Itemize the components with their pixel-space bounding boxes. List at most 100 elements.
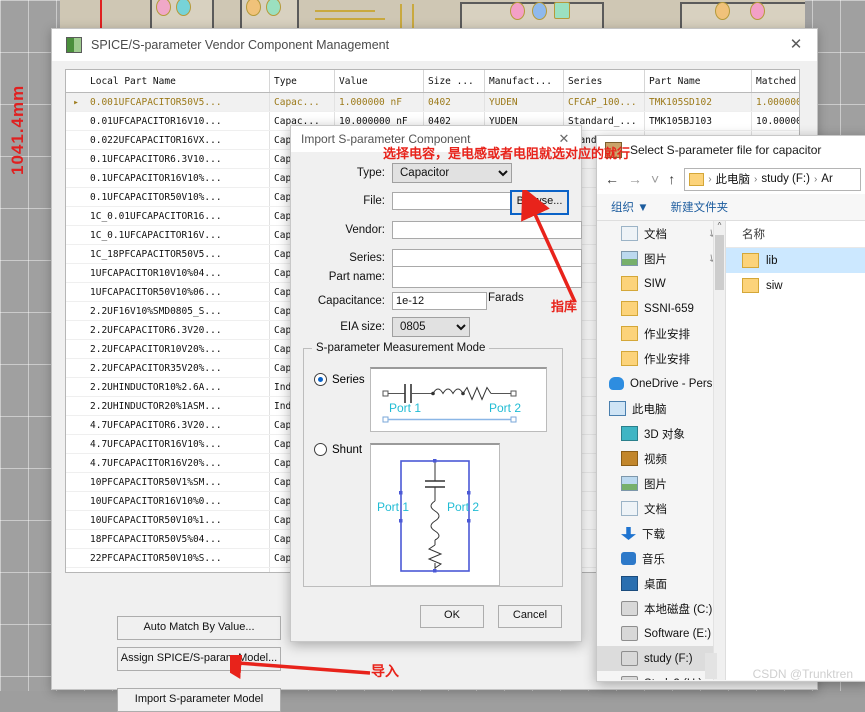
tree-scrollbar[interactable]: ^ (713, 221, 725, 680)
tree-item-8[interactable]: 3D 对象 (597, 421, 725, 446)
organize-menu[interactable]: 组织 ▼ (611, 199, 649, 215)
explorer-navigation-pane[interactable]: 文档 ↘ 图片 ↘ SIW SSNI-659 作业安排 作业安排 OneDrive - Pers… (597, 221, 725, 680)
new-folder-button[interactable]: 新建文件夹 (671, 199, 729, 215)
forward-icon[interactable]: → (628, 171, 642, 187)
cloud-icon (609, 377, 624, 390)
tree-item-label: study (F:) (644, 652, 693, 665)
shunt-port1-label: Port 1 (377, 500, 410, 514)
cell-name: 10UFCAPACITOR16V10%0... (86, 491, 270, 511)
recent-locations-icon[interactable]: ˅ (651, 171, 659, 187)
file-list-item-0[interactable]: lib (726, 248, 865, 273)
cell-name: 1UFCAPACITOR50V10%06... (86, 282, 270, 302)
scroll-up-icon[interactable]: ^ (715, 221, 724, 230)
picture-icon (621, 251, 638, 266)
cancel-button[interactable]: Cancel (498, 605, 562, 628)
column-header-1[interactable]: Type (269, 70, 335, 93)
watermark-text: CSDN @Trunktren (752, 667, 853, 681)
series-input[interactable] (392, 249, 582, 267)
column-header-3[interactable]: Size ... (423, 70, 485, 93)
cell-name: 1C_0.01UFCAPACITOR16... (86, 206, 270, 226)
close-icon[interactable]: ✕ (785, 35, 807, 55)
tree-item-0[interactable]: 文档 ↘ (597, 221, 725, 246)
farads-unit-label: Farads (488, 292, 524, 304)
cell-name: 0.022UFCAPACITOR16VX... (86, 130, 270, 150)
cell-type: Capac... (269, 92, 335, 112)
explorer-file-list-pane[interactable]: 名称 lib siw (725, 221, 865, 680)
cell-name: 1UFCAPACITOR10V10%04... (86, 263, 270, 283)
table-header-row: Local Part Name Type Value Size ... Manufact… (66, 70, 799, 93)
tree-item-label: 桌面 (644, 578, 667, 591)
breadcrumb-item-1[interactable]: study (F:) (761, 173, 810, 185)
column-header-7[interactable]: Matched Value (751, 70, 799, 93)
file-list-column-header[interactable]: 名称 (726, 221, 865, 248)
capacitance-input[interactable] (392, 292, 487, 310)
file-list: lib siw (726, 248, 865, 298)
tree-item-label: 下载 (642, 528, 665, 541)
file-picker-dialog: Select S-parameter file for capacitor ← … (596, 135, 865, 682)
breadcrumb[interactable]: › 此电脑 › study (F:) › Ar (684, 167, 861, 191)
tree-item-3[interactable]: SSNI-659 (597, 296, 725, 321)
tree-item-7[interactable]: 此电脑 (597, 396, 725, 421)
eia-size-field-row: EIA size: 0805 (303, 317, 470, 337)
tree-item-12[interactable]: 下载 (597, 521, 725, 546)
eia-size-label: EIA size: (340, 321, 385, 333)
cell-name: 10UFCAPACITOR50V10%1... (86, 510, 270, 530)
row-indicator (66, 111, 86, 131)
part-name-input[interactable] (392, 266, 582, 288)
capacitance-label: Capacitance: (317, 295, 385, 307)
assign-spice-model-button[interactable]: Assign SPICE/S-param Model... (117, 647, 281, 671)
tree-item-13[interactable]: 音乐 (597, 546, 725, 571)
shunt-circuit-diagram: Port 1 Port 2 (370, 443, 500, 586)
ok-button[interactable]: OK (420, 605, 484, 628)
cell-name: 2.2UFCAPACITOR35V20%... (86, 358, 270, 378)
cell-name: 0.1UFCAPACITOR6.3V10... (86, 149, 270, 169)
column-header-6[interactable]: Part Name (644, 70, 752, 93)
cell-part: TMK105BJ103 (644, 111, 752, 131)
shunt-radio-button[interactable] (314, 443, 327, 456)
pc-icon (609, 401, 626, 416)
file-input[interactable] (392, 192, 517, 210)
column-header-2[interactable]: Value (334, 70, 424, 93)
row-indicator (66, 320, 86, 340)
tree-item-9[interactable]: 视频 (597, 446, 725, 471)
tree-item-15[interactable]: 本地磁盘 (C:) (597, 596, 725, 621)
tree-item-6[interactable]: OneDrive - Pers (597, 371, 725, 396)
back-icon[interactable]: ← (605, 171, 619, 187)
table-row[interactable]: ▸ 0.001UFCAPACITOR50V5... Capac... 1.000000… (66, 92, 799, 112)
breadcrumb-item-2[interactable]: Ar (821, 173, 833, 185)
tree-item-1[interactable]: 图片 ↘ (597, 246, 725, 271)
row-indicator (66, 491, 86, 511)
type-select[interactable]: Capacitor (392, 163, 512, 183)
explorer-tree-list: 文档 ↘ 图片 ↘ SIW SSNI-659 作业安排 作业安排 OneDrive - Pers… (597, 221, 725, 680)
column-header-5[interactable]: Series (563, 70, 645, 93)
shunt-radio-row[interactable]: Shunt (314, 443, 362, 456)
auto-match-by-value-button[interactable]: Auto Match By Value... (117, 616, 281, 640)
column-header-4[interactable]: Manufact... (484, 70, 564, 93)
cell-manufacturer: YUDEN (484, 92, 564, 112)
tree-item-14[interactable]: 桌面 (597, 571, 725, 596)
file-field-row: File: (303, 191, 517, 211)
row-indicator-header (66, 70, 86, 93)
eia-size-select[interactable]: 0805 (392, 317, 470, 337)
column-header-0[interactable]: Local Part Name (86, 70, 270, 93)
import-s-parameter-model-button[interactable]: Import S-parameter Model (117, 688, 281, 712)
series-radio-button[interactable] (314, 373, 327, 386)
shunt-radio-label: Shunt (332, 443, 363, 456)
breadcrumb-item-0[interactable]: 此电脑 (716, 171, 751, 187)
tree-item-2[interactable]: SIW (597, 271, 725, 296)
series-radio-row[interactable]: Series (314, 373, 365, 386)
tree-item-10[interactable]: 图片 (597, 471, 725, 496)
tree-item-11[interactable]: 文档 (597, 496, 725, 521)
cell-part: TMK105SD102 (644, 92, 752, 112)
file-list-item-1[interactable]: siw (726, 273, 865, 298)
vendor-input[interactable] (392, 221, 582, 239)
tree-item-4[interactable]: 作业安排 (597, 321, 725, 346)
tree-item-label: 音乐 (642, 553, 665, 566)
tree-item-16[interactable]: Software (E:) (597, 621, 725, 646)
cell-name: 0.01UFCAPACITOR16V10... (86, 111, 270, 131)
vendor-field-row: Vendor: (303, 220, 582, 240)
tree-scrollbar-thumb[interactable] (715, 235, 724, 290)
up-icon[interactable]: ↑ (668, 171, 675, 187)
browse-button[interactable]: Browse... (510, 190, 569, 215)
tree-item-5[interactable]: 作业安排 (597, 346, 725, 371)
